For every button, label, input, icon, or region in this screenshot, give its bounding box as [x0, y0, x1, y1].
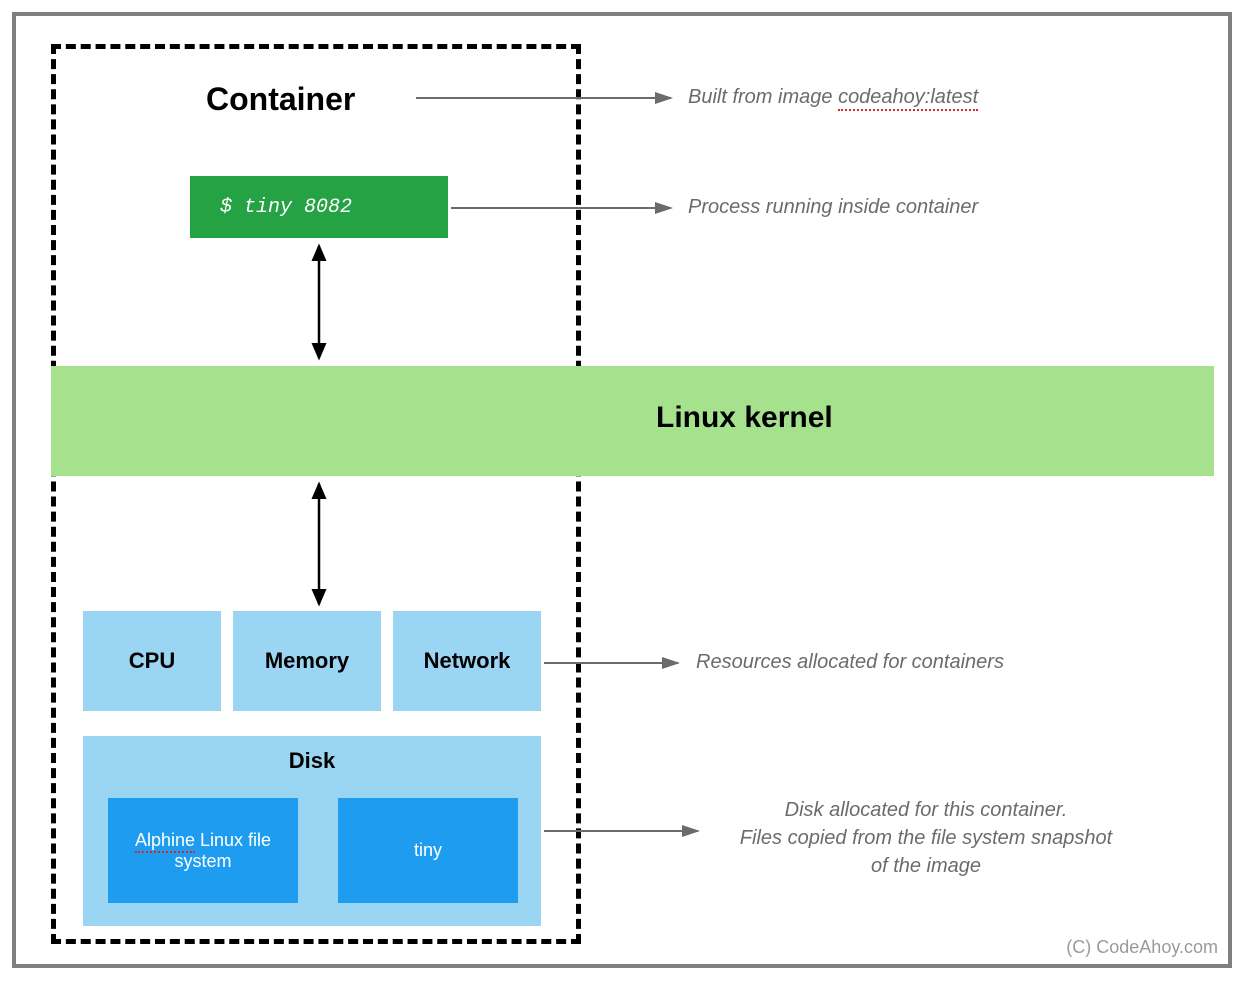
annotation-container-prefix: Built from image [688, 86, 838, 108]
disk-app: tiny [338, 798, 518, 903]
resource-cpu-label: CPU [129, 648, 175, 674]
outer-frame: Container $ tiny 8082 Linux kernel CPU M… [12, 12, 1232, 968]
kernel-band [51, 366, 1214, 476]
disk-filesystem-word: Alphine [135, 830, 195, 853]
annotation-disk: Disk allocated for this container. Files… [706, 796, 1146, 880]
annotation-disk-line1: Disk allocated for this container. [785, 799, 1068, 821]
annotation-container-image: codeahoy:latest [838, 86, 978, 111]
resource-cpu: CPU [83, 611, 221, 711]
kernel-label: Linux kernel [656, 401, 833, 435]
annotation-disk-line3: of the image [871, 855, 981, 877]
disk-app-label: tiny [414, 840, 442, 861]
annotation-container: Built from image codeahoy:latest [688, 86, 978, 109]
resource-network: Network [393, 611, 541, 711]
annotation-resources: Resources allocated for containers [696, 651, 1004, 674]
container-title: Container [206, 81, 355, 118]
disk-label: Disk [83, 748, 541, 774]
process-command: $ tiny 8082 [220, 196, 352, 219]
disk-filesystem-label: Alphine Linux filesystem [135, 830, 271, 872]
attribution: (C) CodeAhoy.com [1066, 937, 1218, 958]
annotation-disk-line2: Files copied from the file system snapsh… [740, 827, 1112, 849]
resource-memory: Memory [233, 611, 381, 711]
process-box: $ tiny 8082 [190, 176, 448, 238]
annotation-process: Process running inside container [688, 196, 978, 219]
disk-filesystem: Alphine Linux filesystem [108, 798, 298, 903]
disk-box: Disk Alphine Linux filesystem tiny [83, 736, 541, 926]
resource-memory-label: Memory [265, 648, 349, 674]
diagram-canvas: Container $ tiny 8082 Linux kernel CPU M… [16, 16, 1228, 964]
resource-network-label: Network [424, 648, 511, 674]
